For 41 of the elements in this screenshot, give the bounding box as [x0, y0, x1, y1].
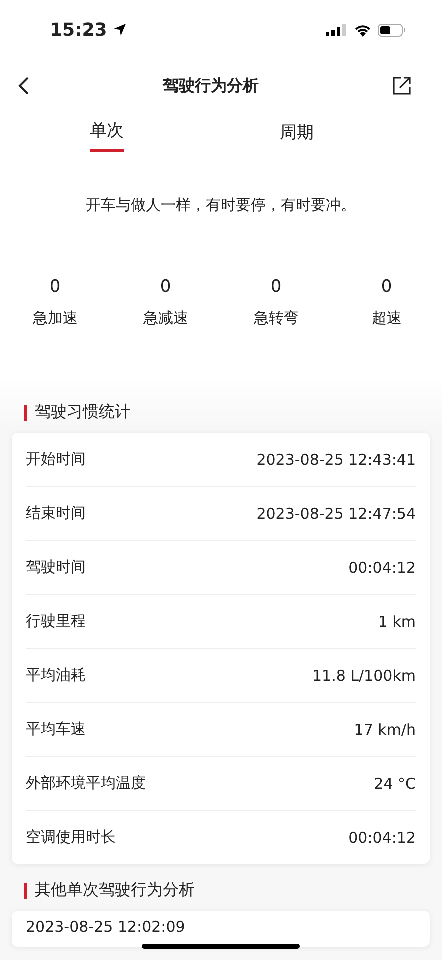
stat-label: 外部环境平均温度 — [26, 774, 146, 793]
signal-icon — [326, 24, 348, 36]
tab[interactable]: 单次 — [90, 112, 124, 152]
stat-label: 开始时间 — [26, 450, 86, 469]
section-title: 驾驶习惯统计 — [35, 402, 131, 423]
event-label: 超速 — [372, 309, 402, 328]
stat-label: 行驶里程 — [26, 612, 86, 631]
stat-value: 11.8 L/100km — [312, 666, 416, 684]
event-count: 0 — [381, 277, 392, 297]
battery-icon — [378, 24, 406, 36]
stat-value: 1 km — [378, 612, 416, 630]
stat-value: 00:04:12 — [348, 558, 416, 576]
stat-value: 24 °C — [374, 774, 416, 792]
event-count: 0 — [50, 277, 61, 297]
tab[interactable]: 周期 — [212, 112, 382, 152]
page-title: 驾驶行为分析 — [163, 76, 259, 96]
status-time: 15:23 — [50, 20, 108, 40]
trip-time: 2023-08-25 12:02:09 — [26, 918, 186, 936]
event-label: 急加速 — [32, 309, 78, 328]
share-icon[interactable] — [392, 76, 412, 96]
section-title: 其他单次驾驶行为分析 — [35, 880, 195, 901]
motto-text: 开车与做人一样，有时要停，有时要冲。 — [85, 196, 357, 215]
location-arrow-icon — [113, 23, 128, 37]
trip-card[interactable]: 2023-08-25 12:02:09 — [12, 911, 430, 947]
stat-value: 00:04:12 — [348, 828, 416, 846]
event-label: 急减速 — [143, 309, 188, 328]
stat-label: 平均车速 — [26, 720, 86, 739]
section-marker — [24, 882, 27, 898]
stat-label: 结束时间 — [26, 504, 86, 523]
stat-label: 驾驶时间 — [26, 558, 86, 577]
stat-value: 2023-08-25 12:47:54 — [256, 504, 416, 522]
section-marker — [24, 404, 27, 420]
stat-value: 2023-08-25 12:43:41 — [256, 450, 416, 468]
event-label: 急转弯 — [254, 309, 299, 328]
wifi-icon — [354, 24, 372, 36]
stat-label: 空调使用时长 — [26, 828, 116, 847]
stat-label: 平均油耗 — [26, 666, 86, 685]
event-count: 0 — [160, 277, 172, 297]
back-icon[interactable] — [18, 76, 30, 96]
stat-value: 17 km/h — [354, 720, 416, 738]
event-count: 0 — [270, 277, 282, 297]
